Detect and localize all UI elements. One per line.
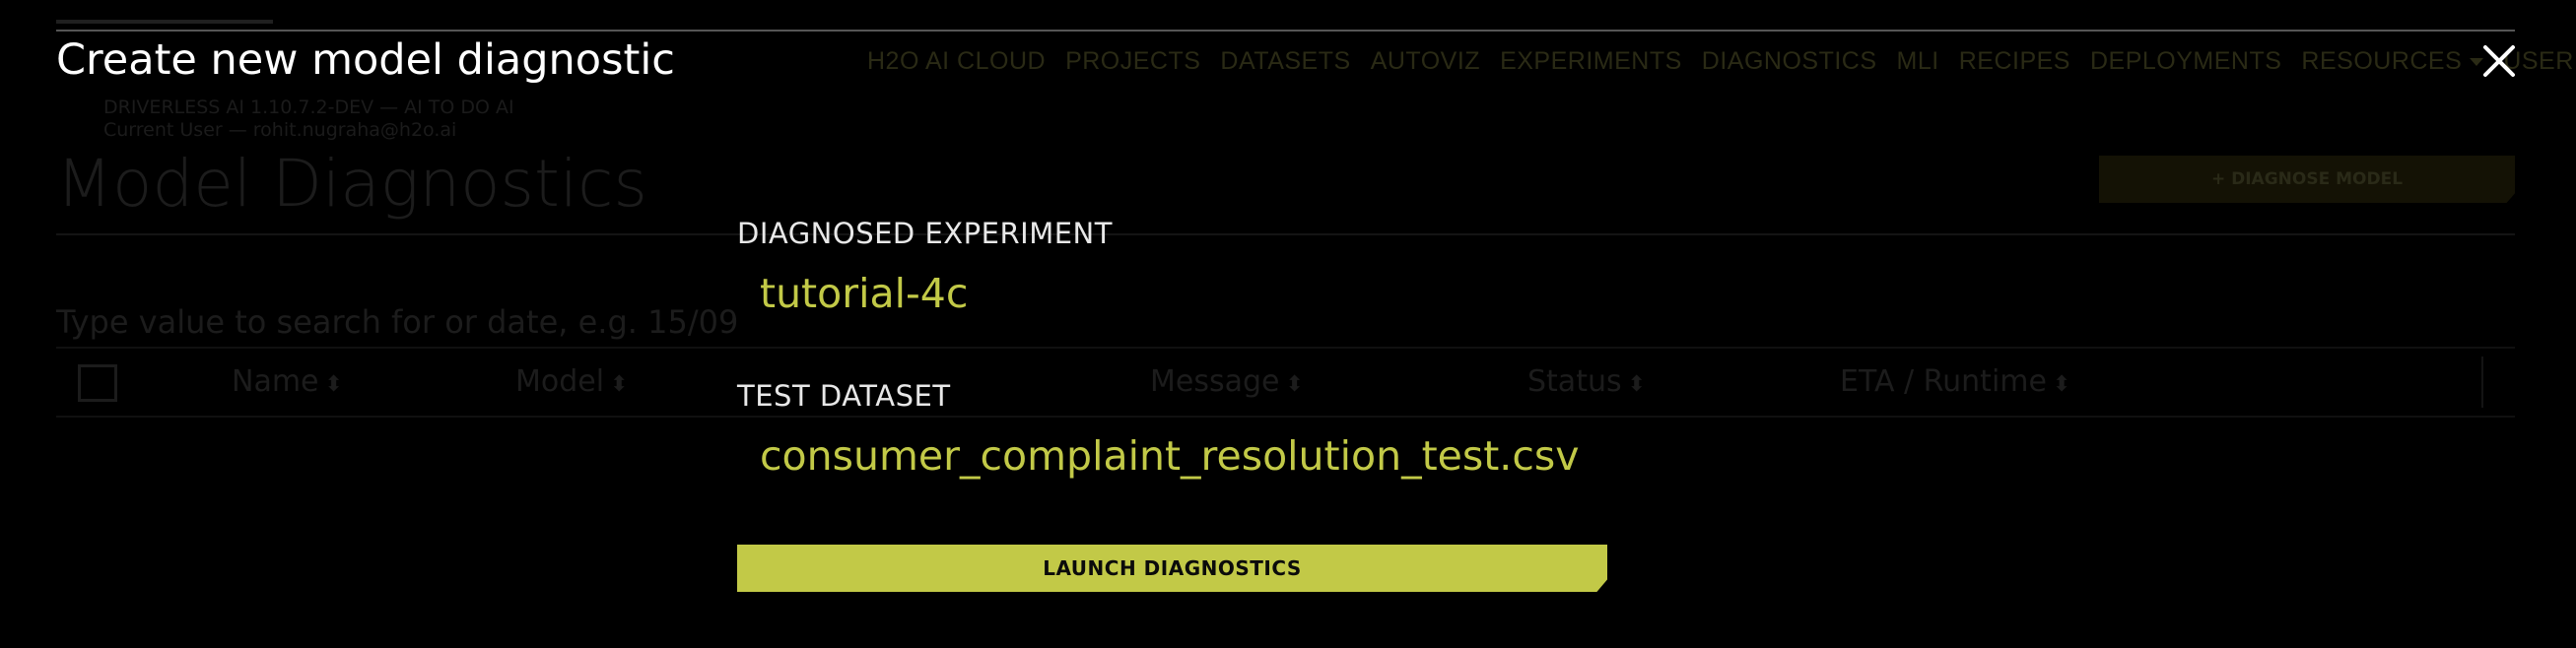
nav-item-recipes[interactable]: RECIPES xyxy=(1959,47,2070,76)
diagnose-model-button: + DIAGNOSE MODEL xyxy=(2099,156,2515,203)
sort-icon: ⬍ xyxy=(2052,372,2071,397)
nav-item-h2o-ai-cloud[interactable]: H2O AI CLOUD xyxy=(867,47,1046,76)
close-icon xyxy=(2483,45,2515,77)
nav-item-label: MLI xyxy=(1896,47,1939,75)
modal-title: Create new model diagnostic xyxy=(56,35,675,85)
nav-item-label: PROJECTS xyxy=(1065,47,1201,75)
nav-item-label: AUTOVIZ xyxy=(1370,47,1481,75)
top-divider xyxy=(56,30,2515,32)
column-label: Name xyxy=(232,364,319,399)
nav-item-mli[interactable]: MLI xyxy=(1897,47,1939,76)
diagnosed-experiment-field[interactable]: DIAGNOSED EXPERIMENT tutorial-4c xyxy=(737,217,1624,317)
nav-item-diagnostics[interactable]: DIAGNOSTICS xyxy=(1702,47,1877,76)
nav-item-deployments[interactable]: DEPLOYMENTS xyxy=(2090,47,2281,76)
test-dataset-label: TEST DATASET xyxy=(737,379,951,413)
top-nav: H2O AI CLOUD PROJECTS DATASETS AUTOVIZ EXPER… xyxy=(867,47,2576,76)
column-header-eta: ETA / Runtime ⬍ xyxy=(1840,364,2070,399)
nav-item-label: RESOURCES xyxy=(2301,47,2463,75)
column-label: ETA / Runtime xyxy=(1840,364,2047,399)
page-title: Model Diagnostics xyxy=(56,146,647,222)
sort-icon: ⬍ xyxy=(324,372,343,397)
app-root: DRIVERLESS AI 1.10.7.2-DEV — AI TO DO AI… xyxy=(0,0,2576,648)
test-dataset-value[interactable]: consumer_complaint_resolution_test.csv xyxy=(760,432,1624,480)
sort-icon: ⬍ xyxy=(610,372,629,397)
diagnosed-experiment-value[interactable]: tutorial-4c xyxy=(760,270,1624,317)
nav-item-experiments[interactable]: EXPERIMENTS xyxy=(1500,47,1682,76)
nav-item-autoviz[interactable]: AUTOVIZ xyxy=(1371,47,1480,76)
current-user-line: Current User — rohit.nugraha@h2o.ai xyxy=(103,119,457,141)
nav-item-label: DEPLOYMENTS xyxy=(2089,47,2282,75)
column-header-model: Model ⬍ xyxy=(515,364,629,399)
nav-item-resources[interactable]: RESOURCES xyxy=(2301,47,2484,76)
column-label: Model xyxy=(515,364,605,399)
nav-item-label: DIAGNOSTICS xyxy=(1701,47,1877,75)
nav-item-label: RECIPES xyxy=(1958,47,2070,75)
version-info: DRIVERLESS AI 1.10.7.2-DEV — AI TO DO AI… xyxy=(103,97,514,142)
sort-icon: ⬍ xyxy=(1627,372,1647,397)
nav-item-datasets[interactable]: DATASETS xyxy=(1220,47,1350,76)
nav-item-label: DATASETS xyxy=(1220,47,1351,75)
select-all-checkbox xyxy=(78,364,117,402)
column-settings-icon xyxy=(2481,356,2507,408)
nav-item-projects[interactable]: PROJECTS xyxy=(1065,47,1200,76)
nav-item-label: H2O AI CLOUD xyxy=(867,47,1047,75)
nav-item-label: EXPERIMENTS xyxy=(1500,47,1682,75)
launch-diagnostics-button[interactable]: LAUNCH DIAGNOSTICS xyxy=(737,545,1607,592)
search-input: Type value to search for or date, e.g. 1… xyxy=(56,303,739,341)
close-button[interactable] xyxy=(2479,41,2519,81)
test-dataset-field[interactable]: TEST DATASET consumer_complaint_resoluti… xyxy=(737,379,1624,480)
column-header-name: Name ⬍ xyxy=(232,364,343,399)
version-line: DRIVERLESS AI 1.10.7.2-DEV — AI TO DO AI xyxy=(103,97,514,118)
diagnosed-experiment-label: DIAGNOSED EXPERIMENT xyxy=(737,217,1113,250)
